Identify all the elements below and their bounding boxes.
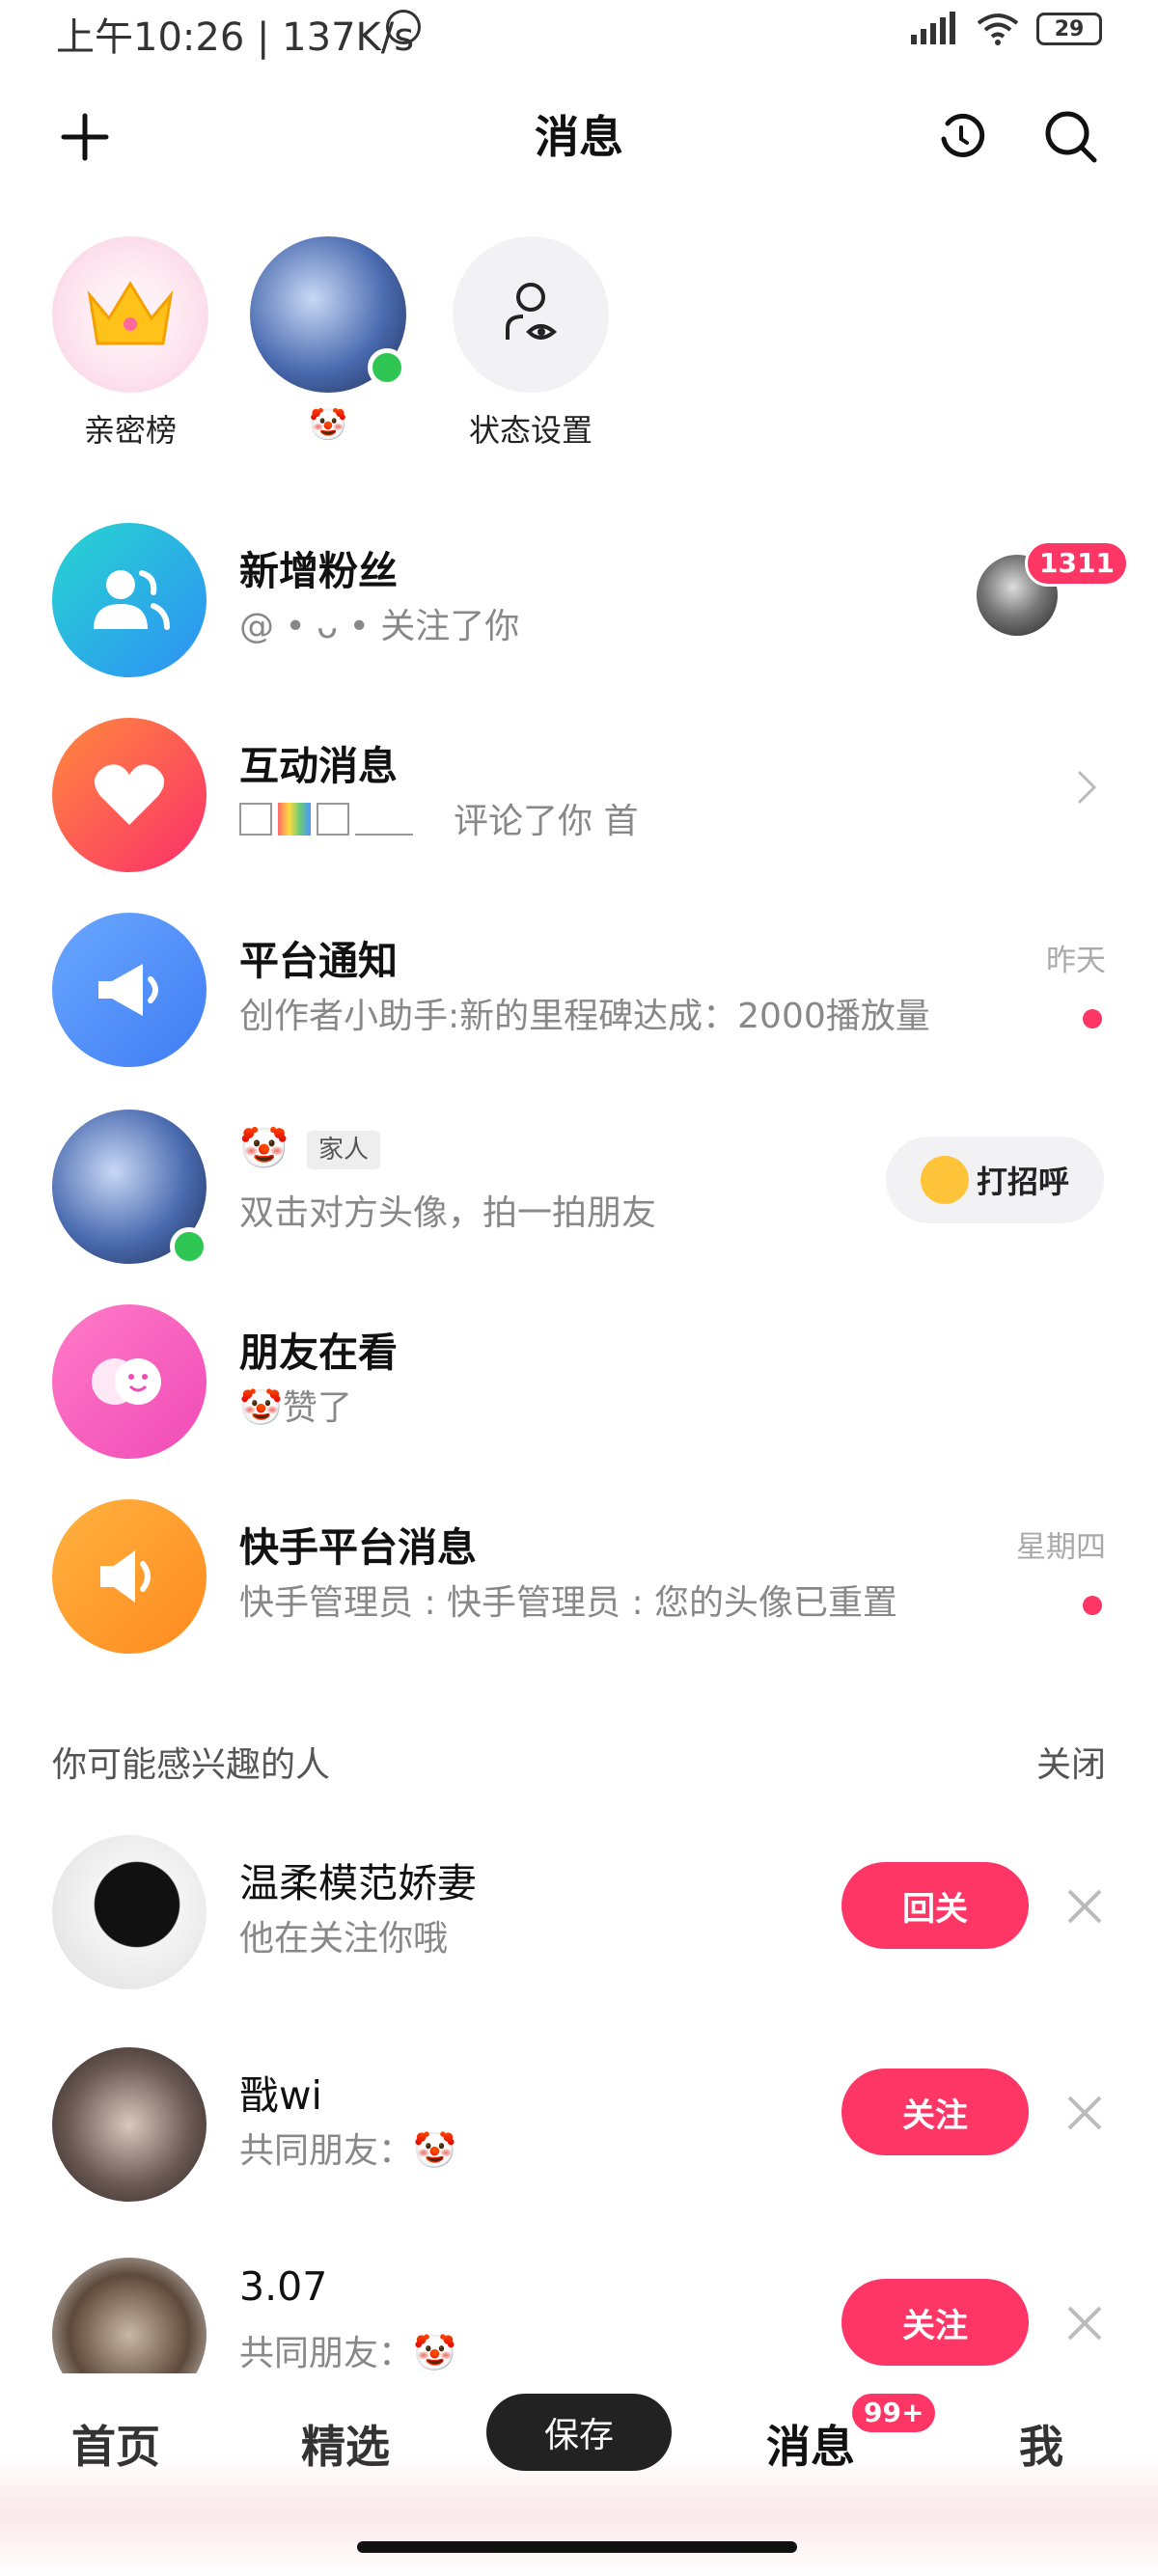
suggest-row[interactable]: 戬wi 共同朋友：🤡 关注 bbox=[0, 2026, 1158, 2209]
row-title: 3.07 bbox=[239, 2263, 328, 2310]
wave-emoji-icon bbox=[920, 1156, 969, 1204]
history-icon[interactable] bbox=[930, 106, 992, 168]
suggest-row[interactable]: 3.07 共同朋友：🤡 关注 bbox=[0, 2236, 1158, 2373]
row-title: 新增粉丝 bbox=[239, 548, 398, 594]
follow-back-button[interactable]: 回关 bbox=[841, 1862, 1029, 1949]
row-subtitle: 创作者小助手:新的里程碑达成：2000播放量 bbox=[239, 997, 930, 1036]
avatar bbox=[52, 2047, 207, 2202]
unread-dot bbox=[1083, 1009, 1102, 1028]
message-row-kuaishou-platform[interactable]: 快手平台消息 快手管理员 : 快手管理员 : 您的头像已重置 星期四 bbox=[0, 1478, 1158, 1661]
home-indicator[interactable] bbox=[357, 2541, 797, 2553]
notification-badge: 1311 bbox=[1025, 540, 1129, 587]
avatar bbox=[52, 1835, 207, 1989]
message-row-new-fans[interactable]: 新增粉丝 @ • ᴗ • 关注了你 1311 bbox=[0, 502, 1158, 685]
row-subtitle: 双击对方头像，拍一拍朋友 bbox=[239, 1193, 657, 1233]
suggest-close-button[interactable]: 关闭 bbox=[1036, 1737, 1106, 1787]
friend-shortcut[interactable]: 🤡 bbox=[232, 236, 425, 443]
row-title: 🤡 bbox=[239, 1125, 290, 1171]
row-subtitle: 🤡赞了 bbox=[239, 1388, 352, 1428]
message-row-friend[interactable]: 🤡 家人 双击对方头像，拍一拍朋友 打招呼 bbox=[0, 1088, 1158, 1272]
avatar bbox=[52, 1110, 208, 1266]
message-row-friends-watching[interactable]: 朋友在看 🤡赞了 bbox=[0, 1283, 1158, 1466]
suggest-row[interactable]: 温柔模范娇妻 他在关注你哦 回关 bbox=[0, 1814, 1158, 1997]
status-icons: 29 bbox=[907, 10, 1102, 48]
row-subtitle: 评论了你 首 bbox=[454, 802, 639, 841]
unread-dot bbox=[1083, 1596, 1102, 1615]
status-settings-icon bbox=[453, 236, 609, 393]
megaphone-icon bbox=[52, 913, 207, 1067]
message-row-interactions[interactable]: 互动消息 评论了你 首 bbox=[0, 697, 1158, 880]
battery-icon: 29 bbox=[1036, 13, 1102, 45]
row-title: 戬wi bbox=[239, 2072, 322, 2119]
row-title: 快手平台消息 bbox=[239, 1524, 477, 1571]
save-toast: 保存 bbox=[486, 2394, 672, 2471]
message-row-platform-notice[interactable]: 平台通知 创作者小助手:新的里程碑达成：2000播放量 昨天 bbox=[0, 891, 1158, 1075]
say-hi-label: 打招呼 bbox=[976, 1164, 1069, 1200]
online-indicator bbox=[368, 348, 406, 387]
avatar bbox=[52, 2258, 207, 2373]
chevron-right-icon bbox=[1077, 770, 1097, 805]
relation-tag: 家人 bbox=[307, 1131, 381, 1169]
shortcut-label: 状态设置 bbox=[468, 412, 593, 449]
comment-preview-images bbox=[239, 803, 432, 836]
new-fans-icon bbox=[52, 523, 207, 677]
row-title: 互动消息 bbox=[239, 743, 398, 789]
row-subtitle: 共同朋友：🤡 bbox=[239, 2131, 456, 2171]
close-icon[interactable] bbox=[1063, 2302, 1106, 2344]
messages-badge: 99+ bbox=[849, 2391, 939, 2435]
avatar bbox=[250, 236, 406, 393]
status-settings[interactable]: 状态设置 bbox=[434, 236, 627, 451]
row-title: 温柔模范娇妻 bbox=[239, 1860, 477, 1906]
shortcut-row: 亲密榜 🤡 状态设置 bbox=[0, 236, 1158, 458]
row-title: 朋友在看 bbox=[239, 1329, 398, 1376]
friends-watching-icon bbox=[52, 1304, 207, 1459]
nav-me[interactable]: 我 bbox=[1019, 2412, 1063, 2476]
alarm-icon bbox=[386, 10, 421, 44]
online-indicator bbox=[170, 1227, 208, 1266]
close-icon[interactable] bbox=[1063, 1885, 1106, 1928]
nav-messages[interactable]: 消息 bbox=[766, 2412, 855, 2476]
row-time: 昨天 bbox=[1046, 944, 1106, 978]
status-time: 上午10:26 | 137K/s bbox=[56, 15, 415, 60]
shortcut-label: 亲密榜 bbox=[83, 412, 177, 449]
nav-featured[interactable]: 精选 bbox=[301, 2412, 390, 2476]
row-subtitle: 快手管理员 : 快手管理员 : 您的头像已重置 bbox=[239, 1583, 898, 1623]
status-bar: 上午10:26 | 137K/s 29 bbox=[0, 0, 1158, 77]
crown-icon bbox=[52, 236, 208, 393]
close-icon[interactable] bbox=[1063, 2092, 1106, 2134]
search-icon[interactable] bbox=[1040, 106, 1102, 168]
suggest-section-title: 你可能感兴趣的人 bbox=[52, 1745, 331, 1785]
heart-icon bbox=[52, 718, 207, 872]
say-hi-button[interactable]: 打招呼 bbox=[886, 1137, 1104, 1223]
intimacy-ranking[interactable]: 亲密榜 bbox=[34, 236, 227, 451]
row-subtitle: @ • ᴗ • 关注了你 bbox=[239, 607, 520, 646]
shortcut-label: 🤡 bbox=[309, 406, 347, 443]
follow-button[interactable]: 关注 bbox=[841, 2279, 1029, 2366]
row-subtitle: 共同朋友：🤡 bbox=[239, 2334, 456, 2373]
row-time: 星期四 bbox=[1016, 1530, 1106, 1565]
wifi-icon bbox=[977, 14, 1019, 45]
nav-home[interactable]: 首页 bbox=[71, 2412, 160, 2476]
signal-icon bbox=[911, 12, 955, 44]
top-bar: 消息 bbox=[0, 87, 1158, 183]
follow-button[interactable]: 关注 bbox=[841, 2069, 1029, 2155]
row-subtitle: 他在关注你哦 bbox=[239, 1919, 449, 1959]
speaker-icon bbox=[52, 1499, 207, 1654]
row-title: 平台通知 bbox=[239, 938, 398, 984]
